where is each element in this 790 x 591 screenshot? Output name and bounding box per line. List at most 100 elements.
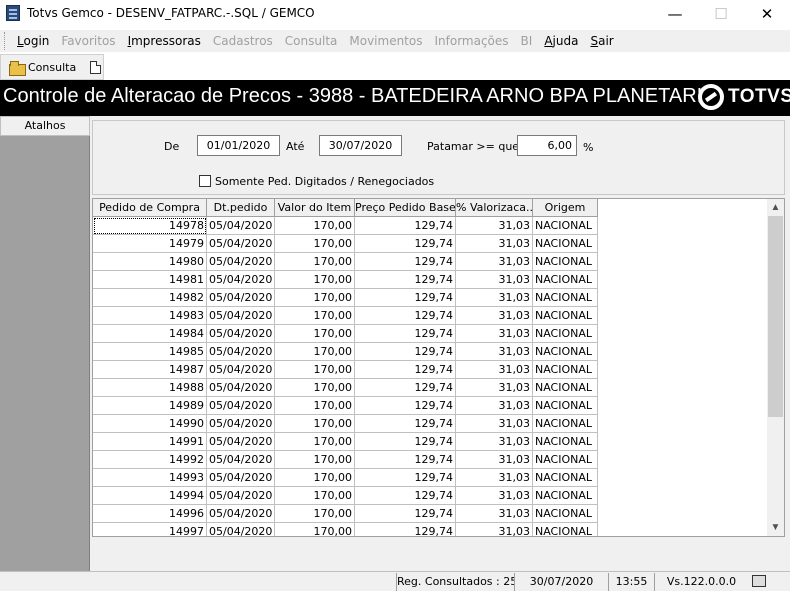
patamar-label: Patamar >= que	[427, 140, 520, 153]
col-valorizacao[interactable]: % Valorizaca...	[456, 199, 533, 217]
maximize-button[interactable]: ☐	[698, 0, 744, 28]
menu-favoritos[interactable]: Favoritos	[55, 34, 121, 48]
cell-origem: NACIONAL	[533, 379, 598, 397]
cell-valor-item: 170,00	[275, 235, 355, 253]
app-icon	[6, 5, 20, 21]
menu-ajuda[interactable]: Ajuda	[538, 34, 584, 48]
cell-origem: NACIONAL	[533, 469, 598, 487]
table-row[interactable]: 14983 05/04/2020 170,00 129,74 31,03 NACIONAL	[93, 307, 598, 325]
cell-preco-base: 129,74	[355, 235, 456, 253]
table-row[interactable]: 14996 05/04/2020 170,00 129,74 31,03 NACIONAL	[93, 505, 598, 523]
cell-preco-base: 129,74	[355, 253, 456, 271]
scroll-down-icon[interactable]: ▼	[767, 519, 784, 536]
toolbar: Consulta	[0, 54, 104, 80]
cell-dt-pedido: 05/04/2020	[207, 433, 275, 451]
cell-valorizacao: 31,03	[456, 379, 533, 397]
window-title: Totvs Gemco - DESENV_FATPARC.-.SQL / GEM…	[27, 6, 315, 20]
vertical-scrollbar[interactable]: ▲ ▼	[767, 199, 784, 536]
new-document-icon[interactable]	[90, 60, 102, 74]
menu-consulta[interactable]: Consulta	[279, 34, 344, 48]
cell-valor-item: 170,00	[275, 433, 355, 451]
cell-valor-item: 170,00	[275, 325, 355, 343]
table-row[interactable]: 14987 05/04/2020 170,00 129,74 31,03 NACIONAL	[93, 361, 598, 379]
menu-grip	[4, 32, 7, 50]
menu-login[interactable]: Login	[11, 34, 55, 48]
cell-pedido: 14984	[93, 325, 207, 343]
cell-preco-base: 129,74	[355, 217, 456, 235]
menu-impressoras[interactable]: Impressoras	[122, 34, 207, 48]
col-pedido-compra[interactable]: Pedido de Compra	[93, 199, 207, 217]
consulta-label: Consulta	[28, 60, 77, 74]
cell-dt-pedido: 05/04/2020	[207, 253, 275, 271]
cell-origem: NACIONAL	[533, 451, 598, 469]
col-valor-item[interactable]: Valor do Item	[275, 199, 355, 217]
cell-dt-pedido: 05/04/2020	[207, 271, 275, 289]
cell-valor-item: 170,00	[275, 397, 355, 415]
cell-preco-base: 129,74	[355, 451, 456, 469]
table-row[interactable]: 14992 05/04/2020 170,00 129,74 31,03 NACIONAL	[93, 451, 598, 469]
cell-valorizacao: 31,03	[456, 505, 533, 523]
totvs-logo-text: TOTVS	[728, 86, 790, 107]
cell-valorizacao: 31,03	[456, 361, 533, 379]
scroll-up-icon[interactable]: ▲	[767, 199, 784, 216]
cell-dt-pedido: 05/04/2020	[207, 523, 275, 536]
table-row[interactable]: 14994 05/04/2020 170,00 129,74 31,03 NACIONAL	[93, 487, 598, 505]
cell-origem: NACIONAL	[533, 487, 598, 505]
table-row[interactable]: 14990 05/04/2020 170,00 129,74 31,03 NACIONAL	[93, 415, 598, 433]
table-row[interactable]: 14982 05/04/2020 170,00 129,74 31,03 NACIONAL	[93, 289, 598, 307]
cell-valorizacao: 31,03	[456, 307, 533, 325]
cell-pedido: 14988	[93, 379, 207, 397]
scroll-thumb[interactable]	[768, 216, 783, 417]
status-reg-consultados: Reg. Consultados : 25	[396, 573, 514, 591]
cell-valorizacao: 31,03	[456, 289, 533, 307]
cell-valorizacao: 31,03	[456, 523, 533, 536]
table-row[interactable]: 14989 05/04/2020 170,00 129,74 31,03 NACIONAL	[93, 397, 598, 415]
ate-date-field[interactable]: 30/07/2020	[319, 135, 402, 156]
cell-preco-base: 129,74	[355, 271, 456, 289]
table-row[interactable]: 14991 05/04/2020 170,00 129,74 31,03 NACIONAL	[93, 433, 598, 451]
filter-panel: De 01/01/2020 Até 30/07/2020 Patamar >= …	[92, 120, 785, 195]
status-time: 13:55	[608, 573, 654, 591]
patamar-field[interactable]: 6,00	[517, 135, 577, 156]
table-row[interactable]: 14978 05/04/2020 170,00 129,74 31,03 NACIONAL	[93, 217, 598, 235]
cell-origem: NACIONAL	[533, 523, 598, 536]
sidebar-header-atalhos[interactable]: Atalhos	[0, 116, 90, 136]
col-preco-pedido-base[interactable]: Preço Pedido Base	[355, 199, 456, 217]
menu-cadastros[interactable]: Cadastros	[207, 34, 279, 48]
cell-valorizacao: 31,03	[456, 433, 533, 451]
menu-movimentos[interactable]: Movimentos	[343, 34, 428, 48]
cell-dt-pedido: 05/04/2020	[207, 487, 275, 505]
close-button[interactable]: ✕	[744, 0, 790, 28]
menu-bi[interactable]: BI	[515, 34, 539, 48]
cell-pedido: 14978	[93, 217, 207, 235]
consulta-button[interactable]: Consulta	[9, 60, 77, 76]
cell-origem: NACIONAL	[533, 325, 598, 343]
menu-sair[interactable]: Sair	[584, 34, 619, 48]
totvs-logo-icon	[698, 84, 724, 110]
minimize-button[interactable]: —	[652, 0, 698, 28]
cell-preco-base: 129,74	[355, 469, 456, 487]
menu-informacoes[interactable]: Informações	[428, 34, 514, 48]
cell-preco-base: 129,74	[355, 487, 456, 505]
cell-valorizacao: 31,03	[456, 325, 533, 343]
table-row[interactable]: 14985 05/04/2020 170,00 129,74 31,03 NACIONAL	[93, 343, 598, 361]
table-row[interactable]: 14980 05/04/2020 170,00 129,74 31,03 NACIONAL	[93, 253, 598, 271]
cell-pedido: 14994	[93, 487, 207, 505]
somente-ped-checkbox[interactable]	[199, 175, 211, 187]
cell-preco-base: 129,74	[355, 397, 456, 415]
totvs-logo: TOTVS	[698, 84, 790, 110]
table-row[interactable]: 14988 05/04/2020 170,00 129,74 31,03 NACIONAL	[93, 379, 598, 397]
cell-valorizacao: 31,03	[456, 235, 533, 253]
cell-dt-pedido: 05/04/2020	[207, 469, 275, 487]
cell-dt-pedido: 05/04/2020	[207, 505, 275, 523]
table-row[interactable]: 14984 05/04/2020 170,00 129,74 31,03 NACIONAL	[93, 325, 598, 343]
table-row[interactable]: 14981 05/04/2020 170,00 129,74 31,03 NACIONAL	[93, 271, 598, 289]
col-origem[interactable]: Origem	[533, 199, 598, 217]
table-row[interactable]: 14979 05/04/2020 170,00 129,74 31,03 NACIONAL	[93, 235, 598, 253]
col-dt-pedido[interactable]: Dt.pedido	[207, 199, 275, 217]
cell-pedido: 14980	[93, 253, 207, 271]
de-date-field[interactable]: 01/01/2020	[197, 135, 280, 156]
status-date: 30/07/2020	[514, 573, 608, 591]
table-row[interactable]: 14993 05/04/2020 170,00 129,74 31,03 NACIONAL	[93, 469, 598, 487]
table-row[interactable]: 14997 05/04/2020 170,00 129,74 31,03 NACIONAL	[93, 523, 598, 536]
